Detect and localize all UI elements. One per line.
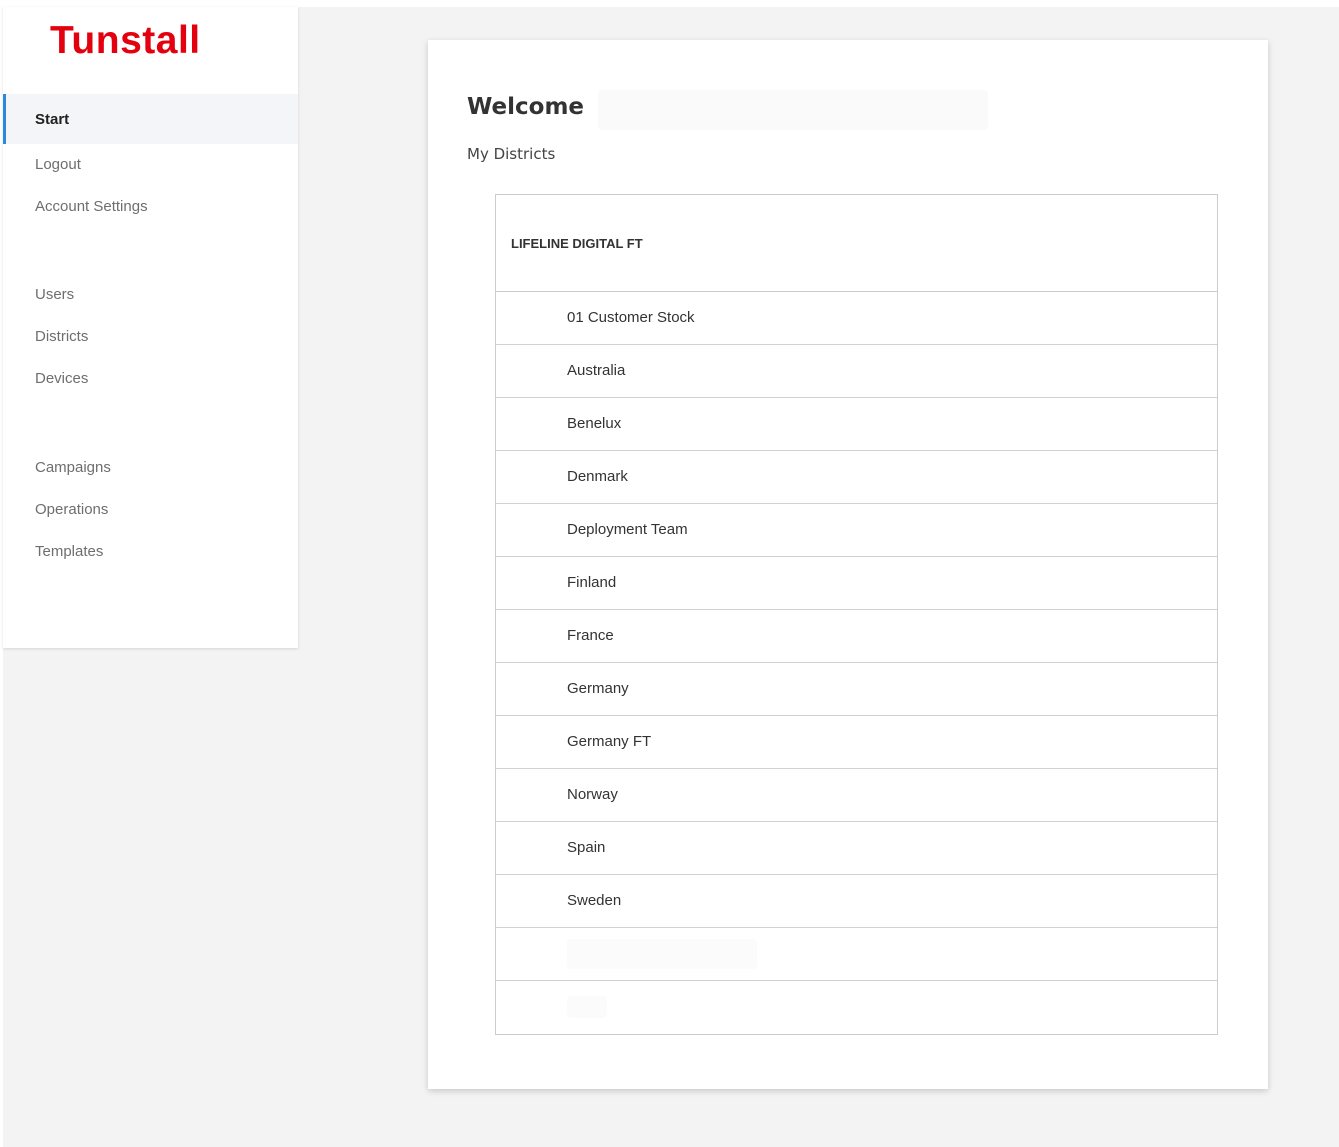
table-header: LIFELINE DIGITAL FT xyxy=(496,195,1217,292)
redacted-username xyxy=(598,90,988,130)
sidebar-item-templates[interactable]: Templates xyxy=(3,531,298,573)
redacted-text xyxy=(567,996,607,1019)
table-row[interactable]: Spain xyxy=(496,822,1217,875)
table-row[interactable]: Sweden xyxy=(496,875,1217,928)
section-subtitle: My Districts xyxy=(467,145,556,163)
table-row[interactable]: Benelux xyxy=(496,398,1217,451)
table-row[interactable]: Germany FT xyxy=(496,716,1217,769)
table-row-redacted[interactable] xyxy=(496,928,1217,981)
redacted-text xyxy=(567,939,757,970)
sidebar-item-districts[interactable]: Districts xyxy=(3,316,298,358)
table-row[interactable]: Denmark xyxy=(496,451,1217,504)
table-row[interactable]: Norway xyxy=(496,769,1217,822)
districts-table: LIFELINE DIGITAL FT 01 Customer Stock Au… xyxy=(495,194,1218,1035)
table-row[interactable]: Germany xyxy=(496,663,1217,716)
sidebar-item-account-settings[interactable]: Account Settings xyxy=(3,186,298,228)
sidebar-item-users[interactable]: Users xyxy=(3,274,298,316)
sidebar-item-start[interactable]: Start xyxy=(3,94,298,144)
sidebar-item-devices[interactable]: Devices xyxy=(3,358,298,400)
table-row[interactable]: 01 Customer Stock xyxy=(496,292,1217,345)
sidebar-item-logout[interactable]: Logout xyxy=(3,144,298,186)
tunstall-logo[interactable]: Tunstall xyxy=(50,19,201,63)
table-row-redacted[interactable] xyxy=(496,981,1217,1034)
sidebar: Tunstall Start Logout Account Settings U… xyxy=(3,7,298,648)
sidebar-item-campaigns[interactable]: Campaigns xyxy=(3,447,298,489)
page-title: Welcome xyxy=(467,94,585,120)
table-row[interactable]: Deployment Team xyxy=(496,504,1217,557)
sidebar-item-operations[interactable]: Operations xyxy=(3,489,298,531)
table-row[interactable]: Finland xyxy=(496,557,1217,610)
table-row[interactable]: France xyxy=(496,610,1217,663)
main-card: Welcome My Districts LIFELINE DIGITAL FT… xyxy=(428,40,1268,1089)
table-row[interactable]: Australia xyxy=(496,345,1217,398)
